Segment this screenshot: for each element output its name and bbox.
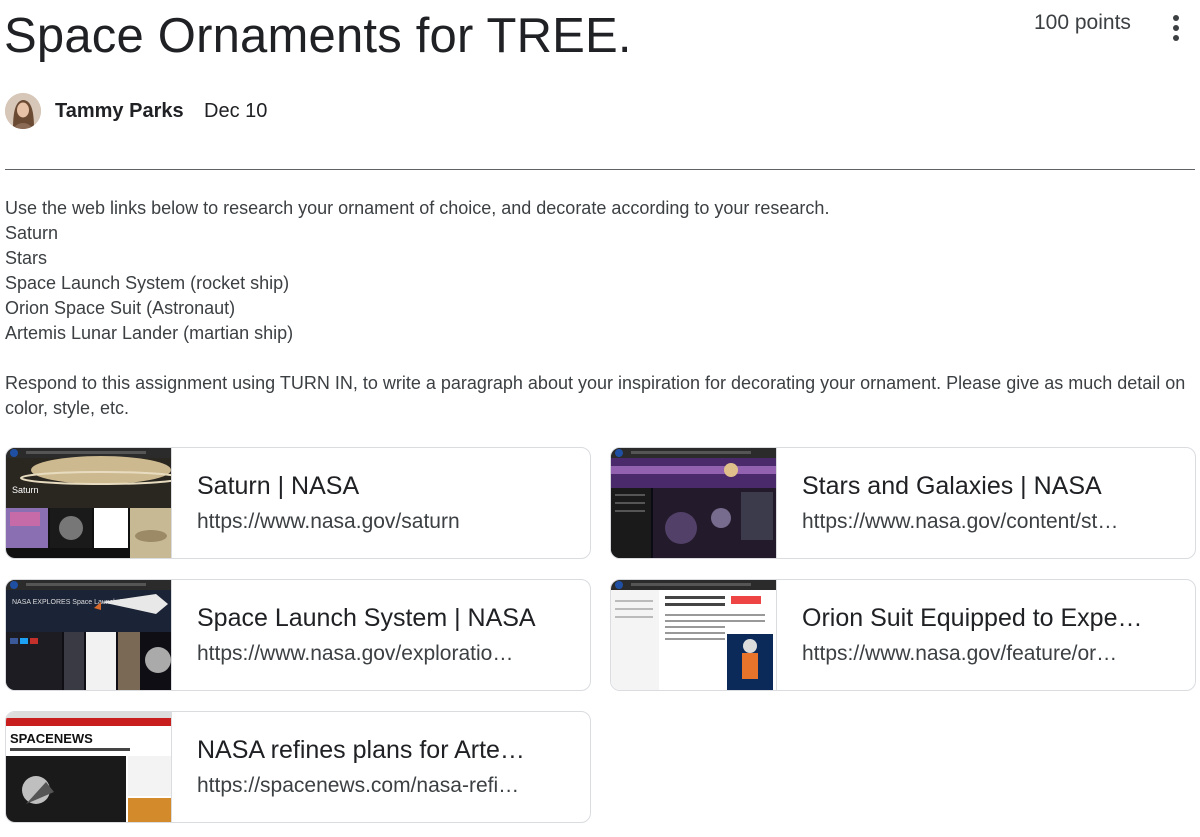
post-date: Dec 10 bbox=[204, 100, 268, 122]
nasa-logo-icon bbox=[615, 581, 623, 589]
link-thumbnail: SPACENEWS bbox=[6, 712, 172, 822]
avatar bbox=[5, 93, 41, 129]
author-name: Tammy Parks bbox=[55, 100, 184, 122]
description-instructions: Respond to this assignment using TURN IN… bbox=[5, 373, 1186, 418]
description-intro: Use the web links below to research your… bbox=[5, 198, 830, 218]
link-url: https://www.nasa.gov/exploratio… bbox=[197, 642, 514, 665]
assignment-description: Use the web links below to research your… bbox=[5, 196, 1190, 421]
more-options-button[interactable] bbox=[1160, 10, 1192, 46]
link-url: https://www.nasa.gov/saturn bbox=[197, 510, 460, 533]
link-card-sls[interactable]: NASA EXPLORES Space Launch System Space … bbox=[5, 579, 591, 691]
nasa-logo-icon bbox=[10, 449, 18, 457]
thumb-label: SPACENEWS bbox=[10, 731, 93, 746]
link-title: Space Launch System | NASA bbox=[197, 604, 536, 632]
link-title: Stars and Galaxies | NASA bbox=[802, 472, 1102, 500]
nasa-logo-icon bbox=[615, 449, 623, 457]
link-card-artemis[interactable]: SPACENEWS NASA refines plans for Arte… h… bbox=[5, 711, 591, 823]
description-item: Space Launch System (rocket ship) bbox=[5, 273, 290, 293]
link-card-saturn[interactable]: Saturn Saturn | NASA https://www.nasa.go… bbox=[5, 447, 591, 559]
link-thumbnail: NASA EXPLORES Space Launch System bbox=[6, 580, 172, 690]
link-thumbnail bbox=[611, 580, 777, 690]
avatar-image bbox=[5, 93, 41, 129]
description-item: Orion Space Suit (Astronaut) bbox=[5, 298, 236, 318]
description-item: Stars bbox=[5, 248, 48, 268]
header-divider bbox=[5, 169, 1195, 170]
link-card-orion-suit[interactable]: Orion Suit Equipped to Expe… https://www… bbox=[610, 579, 1196, 691]
more-vert-icon-dot bbox=[1173, 35, 1179, 41]
thumb-label: Saturn bbox=[12, 485, 39, 495]
assignment-title: Space Ornaments for TREE. bbox=[4, 9, 632, 63]
link-thumbnail: Saturn bbox=[6, 448, 172, 558]
description-item: Artemis Lunar Lander (martian ship) bbox=[5, 323, 294, 343]
link-thumbnail bbox=[611, 448, 777, 558]
points-label: 100 points bbox=[1034, 11, 1131, 34]
link-title: NASA refines plans for Arte… bbox=[197, 736, 525, 764]
more-vert-icon bbox=[1173, 15, 1179, 21]
link-url: https://www.nasa.gov/content/st… bbox=[802, 510, 1119, 533]
nasa-logo-icon bbox=[10, 581, 18, 589]
more-vert-icon-dot bbox=[1173, 25, 1179, 31]
description-item: Saturn bbox=[5, 223, 59, 243]
link-card-stars[interactable]: Stars and Galaxies | NASA https://www.na… bbox=[610, 447, 1196, 559]
link-url: https://spacenews.com/nasa-refi… bbox=[197, 774, 520, 797]
link-title: Orion Suit Equipped to Expe… bbox=[802, 604, 1143, 632]
description-spacer bbox=[5, 346, 1190, 371]
link-url: https://www.nasa.gov/feature/or… bbox=[802, 642, 1118, 665]
link-title: Saturn | NASA bbox=[197, 472, 360, 500]
